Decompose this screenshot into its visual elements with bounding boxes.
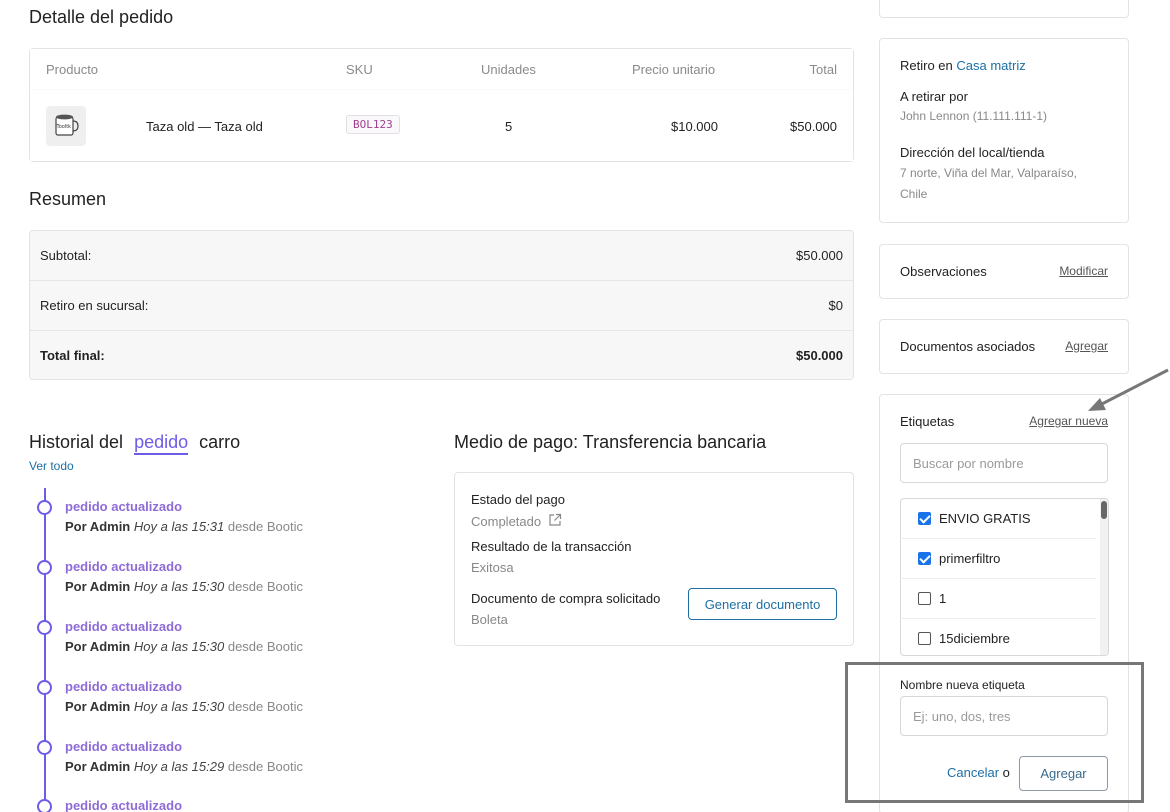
pickup-address-label: Dirección del local/tienda bbox=[900, 145, 1045, 160]
see-all-link[interactable]: Ver todo bbox=[29, 459, 74, 473]
timeline-dot bbox=[37, 740, 52, 755]
generate-document-button[interactable]: Generar documento bbox=[688, 588, 837, 620]
summary-row-total: Total final: $50.000 bbox=[30, 331, 853, 379]
product-table: Producto SKU Unidades Precio unitario To… bbox=[29, 48, 854, 162]
timeline-dot bbox=[37, 620, 52, 635]
order-detail-title: Detalle del pedido bbox=[29, 7, 174, 27]
summary-title: Resumen bbox=[29, 189, 107, 209]
observations-title: Observaciones bbox=[900, 264, 987, 279]
history-item-detail: Por Admin Hoy a las 15:30 desde Bootic bbox=[65, 699, 304, 714]
tags-title: Etiquetas bbox=[900, 414, 955, 429]
add-new-tag-link[interactable]: Agregar nueva bbox=[1029, 414, 1108, 428]
tag-label: 1 bbox=[939, 591, 947, 606]
pickup-location-link[interactable]: Casa matriz bbox=[956, 58, 1025, 73]
product-thumbnail: Tooltk bbox=[46, 106, 86, 146]
payment-status-label: Estado del pago bbox=[471, 492, 565, 507]
tag-search-input[interactable] bbox=[900, 443, 1108, 483]
payment-status-value: Completado bbox=[471, 513, 562, 529]
tag-label: ENVIO GRATIS bbox=[939, 511, 1031, 526]
subtotal-label: Subtotal: bbox=[40, 248, 92, 263]
timeline-dot bbox=[37, 560, 52, 575]
list-item[interactable]: ENVIO GRATIS bbox=[902, 499, 1096, 539]
annotation-arrow-icon bbox=[1088, 368, 1169, 411]
history-title: Historial del bbox=[29, 432, 124, 452]
list-item[interactable]: primerfiltro bbox=[902, 539, 1096, 579]
summary-row-pickup: Retiro en sucursal: $0 bbox=[30, 281, 853, 331]
transaction-result-label: Resultado de la transacción bbox=[471, 539, 632, 554]
list-item[interactable]: 15diciembre bbox=[902, 619, 1096, 655]
col-units: Unidades bbox=[481, 62, 536, 77]
tab-carro[interactable]: carro bbox=[199, 432, 240, 452]
timeline-dot bbox=[37, 799, 52, 812]
modify-observations-link[interactable]: Modificar bbox=[1059, 264, 1108, 278]
observations-card: Observaciones Modificar bbox=[879, 244, 1129, 299]
payment-card: Estado del pago Completado Resultado de … bbox=[454, 472, 854, 646]
total-value: $50.000 bbox=[796, 348, 843, 363]
history-item-detail: Por Admin Hoy a las 15:29 desde Bootic bbox=[65, 759, 304, 774]
col-unit-price: Precio unitario bbox=[632, 62, 716, 77]
history-header: Historial del pedido carro bbox=[29, 432, 240, 455]
tab-pedido[interactable]: pedido bbox=[134, 432, 189, 455]
history-item-title: pedido actualizado bbox=[65, 499, 183, 514]
history-item-title: pedido actualizado bbox=[65, 739, 183, 754]
product-unit-price: $10.000 bbox=[671, 119, 718, 134]
history-item-title: pedido actualizado bbox=[65, 559, 183, 574]
history-item-detail: Por Admin Hoy a las 15:30 desde Bootic bbox=[65, 579, 304, 594]
pickup-who-label: A retirar por bbox=[900, 89, 968, 104]
tag-checkbox[interactable] bbox=[918, 592, 931, 605]
history-item-title: pedido actualizado bbox=[65, 619, 183, 634]
product-table-header: Producto SKU Unidades Precio unitario To… bbox=[30, 49, 853, 89]
col-total: Total bbox=[809, 62, 837, 77]
transaction-result-value: Exitosa bbox=[471, 560, 514, 575]
payment-title: Medio de pago: Transferencia bancaria bbox=[454, 432, 767, 452]
sidebar-card-partial bbox=[879, 0, 1129, 18]
mug-icon: Tooltk bbox=[55, 114, 79, 136]
col-sku: SKU bbox=[346, 62, 373, 77]
list-item[interactable]: 1 bbox=[902, 579, 1096, 619]
col-product: Producto bbox=[46, 62, 99, 77]
document-label: Documento de compra solicitado bbox=[471, 591, 661, 606]
table-row: Tooltk Taza old — Taza old BOL123 5 $10.… bbox=[30, 89, 853, 161]
pickup-address-line2: Chile bbox=[900, 187, 928, 201]
summary-row-subtotal: Subtotal: $50.000 bbox=[30, 231, 853, 281]
tag-checkbox[interactable] bbox=[918, 552, 931, 565]
history-item-detail: Por Admin Hoy a las 15:31 desde Bootic bbox=[65, 519, 304, 534]
tag-list[interactable]: ENVIO GRATIS primerfiltro 1 15diciembre bbox=[900, 498, 1109, 656]
timeline-dot bbox=[37, 500, 52, 515]
total-label: Total final: bbox=[40, 348, 105, 363]
svg-text:Tooltk: Tooltk bbox=[56, 124, 72, 130]
tag-label: 15diciembre bbox=[939, 631, 1010, 646]
pickup-who-value: John Lennon (11.111.111-1) bbox=[900, 109, 1047, 123]
history-item-detail: Por Admin Hoy a las 15:30 desde Bootic bbox=[65, 639, 304, 654]
product-name[interactable]: Taza old — Taza old bbox=[146, 119, 263, 134]
tag-label: primerfiltro bbox=[939, 551, 1001, 566]
history-item-title: pedido actualizado bbox=[65, 679, 183, 694]
tag-checkbox[interactable] bbox=[918, 632, 931, 645]
product-total: $50.000 bbox=[790, 119, 837, 134]
external-link-icon[interactable] bbox=[548, 513, 562, 527]
product-units: 5 bbox=[505, 119, 513, 134]
highlight-box bbox=[845, 662, 1144, 803]
pickup-title: Retiro en Casa matriz bbox=[900, 58, 1026, 73]
summary-table: Subtotal: $50.000 Retiro en sucursal: $0… bbox=[29, 230, 854, 380]
timeline-line bbox=[44, 488, 46, 812]
pickup-card: Retiro en Casa matriz A retirar por John… bbox=[879, 38, 1129, 223]
tag-list-scrollbar[interactable] bbox=[1100, 499, 1108, 655]
document-value: Boleta bbox=[471, 612, 508, 627]
timeline-dot bbox=[37, 680, 52, 695]
sku-badge: BOL123 bbox=[346, 115, 400, 134]
history-item-title: pedido actualizado bbox=[65, 798, 183, 812]
documents-title: Documentos asociados bbox=[900, 339, 1036, 354]
pickup-address-line1: 7 norte, Viña del Mar, Valparaíso, bbox=[900, 166, 1077, 180]
subtotal-value: $50.000 bbox=[796, 248, 843, 263]
tag-checkbox[interactable] bbox=[918, 512, 931, 525]
pickup-cost-label: Retiro en sucursal: bbox=[40, 298, 149, 313]
add-document-link[interactable]: Agregar bbox=[1065, 339, 1108, 353]
scrollbar-thumb[interactable] bbox=[1101, 501, 1107, 519]
pickup-cost-value: $0 bbox=[828, 298, 843, 313]
